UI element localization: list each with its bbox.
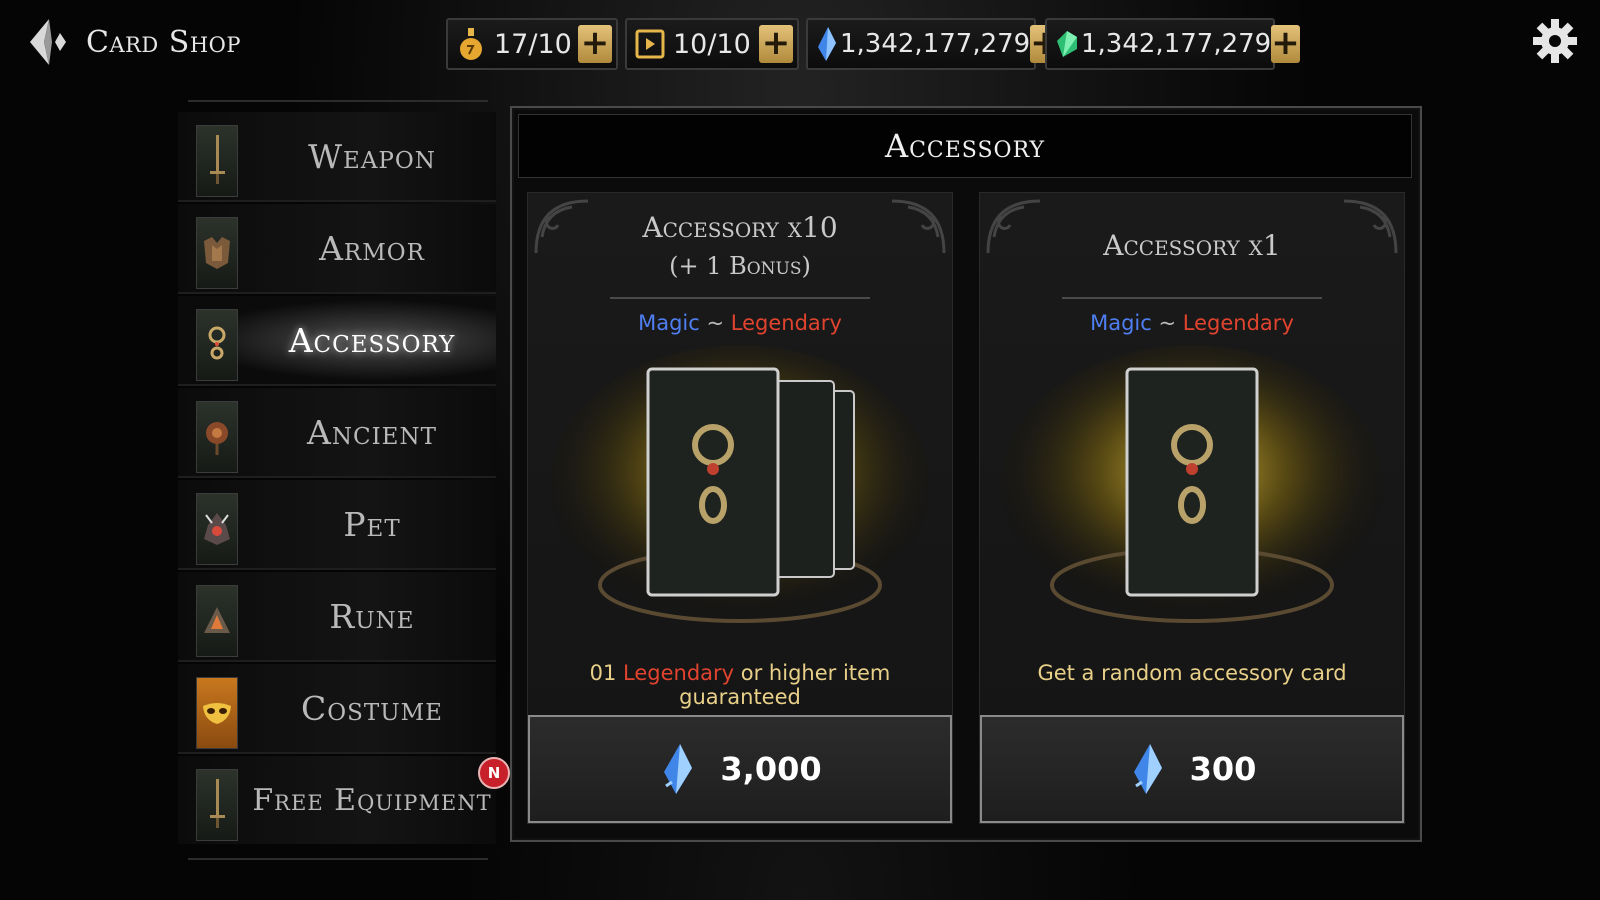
divider bbox=[610, 297, 870, 299]
mask-icon bbox=[196, 677, 238, 749]
rarity-magic: Magic bbox=[638, 311, 700, 335]
offer-title-main: Accessory x1 bbox=[1103, 229, 1281, 262]
panel-title: Accessory bbox=[884, 127, 1046, 165]
sidebar-item-label: Accessory bbox=[288, 320, 456, 360]
green-gem-icon bbox=[1053, 24, 1081, 64]
resource-crystal: 1,342,177,279 + bbox=[806, 18, 1059, 70]
rarity-legendary: Legendary bbox=[1182, 311, 1294, 335]
sidebar-item-pet[interactable]: Pet bbox=[178, 480, 496, 570]
sidebar-item-armor[interactable]: Armor bbox=[178, 204, 496, 294]
shop-panel: Accessory Accessory x10 (+ 1 Bonus) Magi… bbox=[510, 106, 1422, 842]
blue-crystal-icon bbox=[664, 744, 693, 794]
offer-description: 01 Legendary or higher item guaranteed bbox=[528, 661, 952, 709]
sword-icon bbox=[196, 125, 238, 197]
offer-title-main: Accessory x10 bbox=[642, 211, 838, 244]
buy-x1-button[interactable]: 300 bbox=[980, 715, 1404, 823]
stamina-value: 17/10 bbox=[494, 28, 572, 60]
back-diamond-icon[interactable] bbox=[22, 15, 76, 69]
add-ticket-button[interactable]: + bbox=[759, 25, 793, 63]
add-gem-button[interactable]: + bbox=[1271, 25, 1300, 63]
sidebar-ornament-top bbox=[188, 100, 488, 112]
page-title: Card Shop bbox=[86, 24, 242, 60]
sidebar-item-accessory[interactable]: Accessory bbox=[178, 296, 496, 386]
sidebar-item-label: Weapon bbox=[308, 136, 436, 176]
price-value: 300 bbox=[1189, 750, 1257, 788]
sidebar-item-ancient[interactable]: Ancient bbox=[178, 388, 496, 478]
sidebar-item-label: Rune bbox=[329, 596, 415, 636]
blue-crystal-icon bbox=[814, 24, 840, 64]
settings-gear-icon[interactable] bbox=[1532, 18, 1578, 64]
rarity-range: Magic ~ Legendary bbox=[528, 311, 952, 335]
sidebar-item-label: Costume bbox=[301, 688, 443, 728]
rarity-separator: ~ bbox=[1158, 311, 1177, 335]
price-value: 3,000 bbox=[720, 750, 822, 788]
resource-stamina: 17/10 + bbox=[446, 18, 618, 70]
offer-title: Accessory x1 bbox=[980, 227, 1404, 265]
sidebar-item-free-equipment[interactable]: Free Equipment bbox=[178, 756, 496, 844]
sword-icon bbox=[196, 769, 238, 841]
category-sidebar: Weapon Armor Accessory Ancient Pet Rune bbox=[178, 100, 504, 860]
desc-prefix: 01 bbox=[589, 661, 624, 685]
resource-gem: 1,342,177,279 + bbox=[1045, 18, 1300, 70]
gem-value: 1,342,177,279 bbox=[1081, 29, 1272, 59]
amulet-icon bbox=[196, 309, 238, 381]
stamina-flask-icon bbox=[454, 24, 488, 64]
panel-header: Accessory bbox=[518, 114, 1412, 178]
offer-card-x1: Accessory x1 Magic ~ Legendary Get a ran… bbox=[979, 192, 1405, 824]
pet-creature-icon bbox=[196, 493, 238, 565]
rarity-legendary: Legendary bbox=[730, 311, 842, 335]
buy-x10-button[interactable]: 3,000 bbox=[528, 715, 952, 823]
ticket-icon bbox=[633, 24, 667, 64]
armor-icon bbox=[196, 217, 238, 289]
single-card-illustration bbox=[1002, 345, 1382, 625]
new-badge: N bbox=[478, 757, 510, 789]
offer-card-x10: Accessory x10 (+ 1 Bonus) Magic ~ Legend… bbox=[527, 192, 953, 824]
offer-description: Get a random accessory card bbox=[1037, 661, 1347, 685]
sidebar-item-label: Armor bbox=[319, 228, 425, 268]
rarity-magic: Magic bbox=[1090, 311, 1152, 335]
crystal-value: 1,342,177,279 bbox=[840, 29, 1031, 59]
sidebar-item-label: Ancient bbox=[307, 412, 437, 452]
sidebar-item-label: Pet bbox=[343, 504, 401, 544]
ancient-relic-icon bbox=[196, 401, 238, 473]
offer-title-bonus: (+ 1 Bonus) bbox=[669, 252, 811, 280]
divider bbox=[1062, 297, 1322, 299]
desc-legendary: Legendary bbox=[623, 661, 735, 685]
rune-stone-icon bbox=[196, 585, 238, 657]
shop-header: Card Shop bbox=[22, 14, 241, 70]
sidebar-item-rune[interactable]: Rune bbox=[178, 572, 496, 662]
sidebar-item-label: Free Equipment bbox=[252, 782, 492, 818]
ticket-value: 10/10 bbox=[673, 28, 751, 60]
card-stack-illustration bbox=[550, 345, 930, 625]
sidebar-item-weapon[interactable]: Weapon bbox=[178, 112, 496, 202]
resource-ticket: 10/10 + bbox=[625, 18, 799, 70]
sidebar-ornament-bottom bbox=[188, 848, 488, 860]
rarity-separator: ~ bbox=[706, 311, 725, 335]
add-stamina-button[interactable]: + bbox=[578, 25, 612, 63]
offer-title: Accessory x10 (+ 1 Bonus) bbox=[528, 209, 952, 285]
top-bar: Card Shop 17/10 + 10/10 + 1,342,177,279 … bbox=[0, 0, 1600, 88]
blue-crystal-icon bbox=[1133, 744, 1162, 794]
rarity-range: Magic ~ Legendary bbox=[980, 311, 1404, 335]
sidebar-item-costume[interactable]: Costume bbox=[178, 664, 496, 754]
